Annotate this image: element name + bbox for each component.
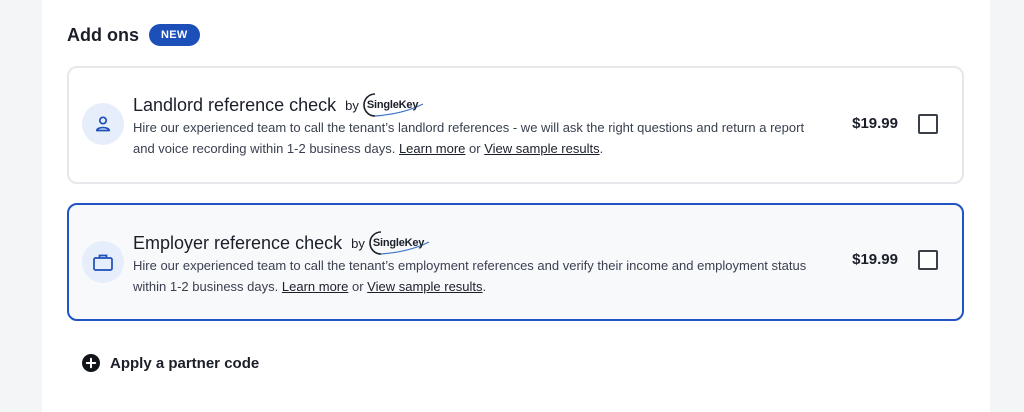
price: $19.99 bbox=[852, 115, 898, 132]
period-text: . bbox=[599, 140, 604, 156]
briefcase-icon bbox=[82, 241, 124, 283]
card-title: Employer reference check bbox=[133, 232, 343, 253]
partner-code-label: Apply a partner code bbox=[110, 354, 260, 372]
card-title: Landlord reference check bbox=[133, 94, 337, 115]
or-text: or bbox=[351, 278, 364, 294]
singlekey-logo: SingleKey bbox=[363, 92, 424, 118]
price: $19.99 bbox=[852, 251, 898, 268]
section-title: Add ons bbox=[67, 24, 139, 45]
by-label: by bbox=[345, 97, 359, 113]
card-title-row: Employer reference check by SingleKey bbox=[133, 230, 430, 256]
addons-header: Add ons NEW bbox=[67, 24, 200, 46]
addon-card-landlord[interactable]: Landlord reference check by SingleKey Hi… bbox=[67, 66, 964, 184]
learn-more-link[interactable]: Learn more bbox=[282, 279, 348, 294]
apply-partner-code-button[interactable]: Apply a partner code bbox=[82, 354, 259, 372]
addons-panel: Add ons NEW Landlord reference check by … bbox=[42, 0, 990, 412]
card-title-row: Landlord reference check by SingleKey bbox=[133, 92, 424, 118]
addon-card-employer[interactable]: Employer reference check by SingleKey Hi… bbox=[67, 203, 964, 321]
person-icon bbox=[82, 103, 124, 145]
brand-name: SingleKey bbox=[372, 237, 425, 249]
card-description: Hire our experienced team to call the te… bbox=[133, 256, 813, 297]
new-badge: NEW bbox=[149, 24, 200, 46]
singlekey-logo: SingleKey bbox=[369, 230, 430, 256]
card-description: Hire our experienced team to call the te… bbox=[133, 118, 813, 159]
view-sample-link[interactable]: View sample results bbox=[367, 279, 482, 294]
select-checkbox[interactable] bbox=[918, 114, 938, 134]
view-sample-link[interactable]: View sample results bbox=[484, 141, 599, 156]
or-text: or bbox=[469, 140, 481, 156]
select-checkbox[interactable] bbox=[918, 250, 938, 270]
by-label: by bbox=[351, 235, 365, 251]
period-text: . bbox=[482, 278, 487, 294]
brand-name: SingleKey bbox=[366, 99, 419, 111]
learn-more-link[interactable]: Learn more bbox=[399, 141, 465, 156]
plus-circle-icon bbox=[82, 354, 100, 372]
